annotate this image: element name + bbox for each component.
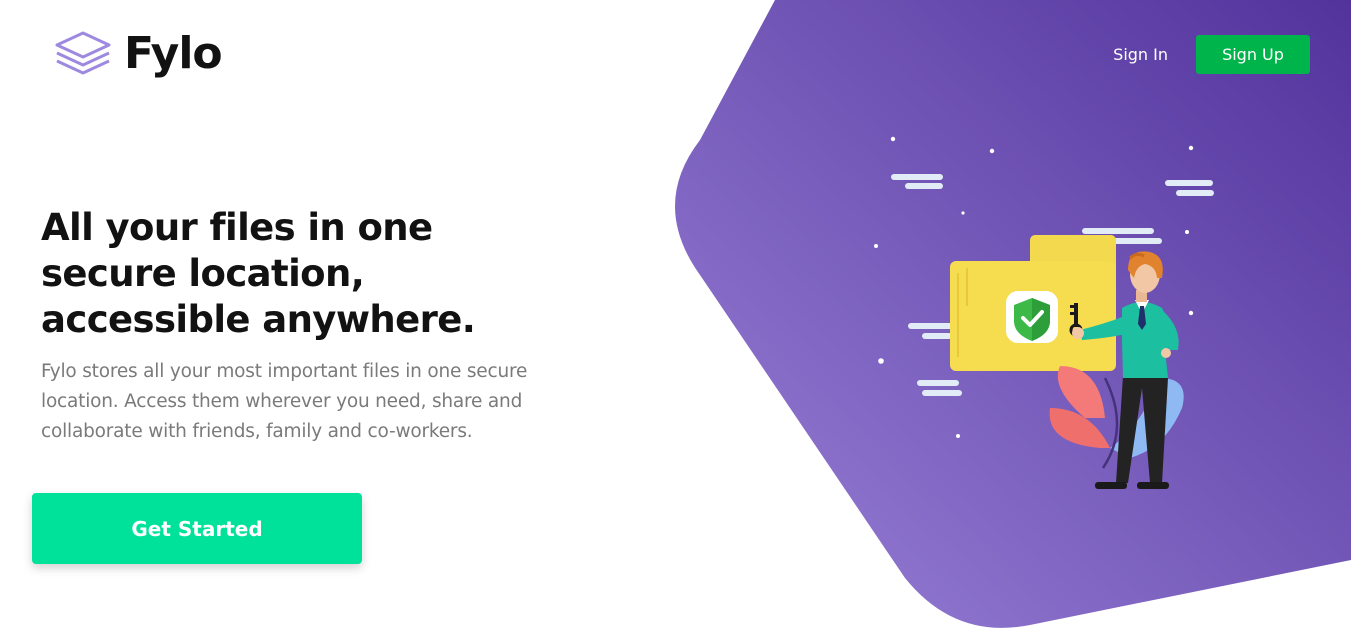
brand-logo[interactable]: Fylo — [54, 28, 223, 79]
sign-in-link[interactable]: Sign In — [1113, 45, 1168, 64]
stacked-layers-icon — [55, 31, 111, 75]
hero-illustration — [874, 136, 1214, 489]
get-started-button[interactable]: Get Started — [32, 493, 362, 564]
hero-description: Fylo stores all your most important file… — [41, 361, 528, 442]
top-nav: Sign In Sign Up — [1113, 35, 1310, 74]
brand-name: Fylo — [124, 28, 223, 79]
landing-page: Fylo Sign In Sign Up All your files in o… — [0, 0, 1351, 634]
shield-check-icon — [1006, 291, 1058, 343]
hero-title: All your files in one secure location, a… — [41, 206, 476, 341]
sign-up-button[interactable]: Sign Up — [1196, 35, 1310, 74]
